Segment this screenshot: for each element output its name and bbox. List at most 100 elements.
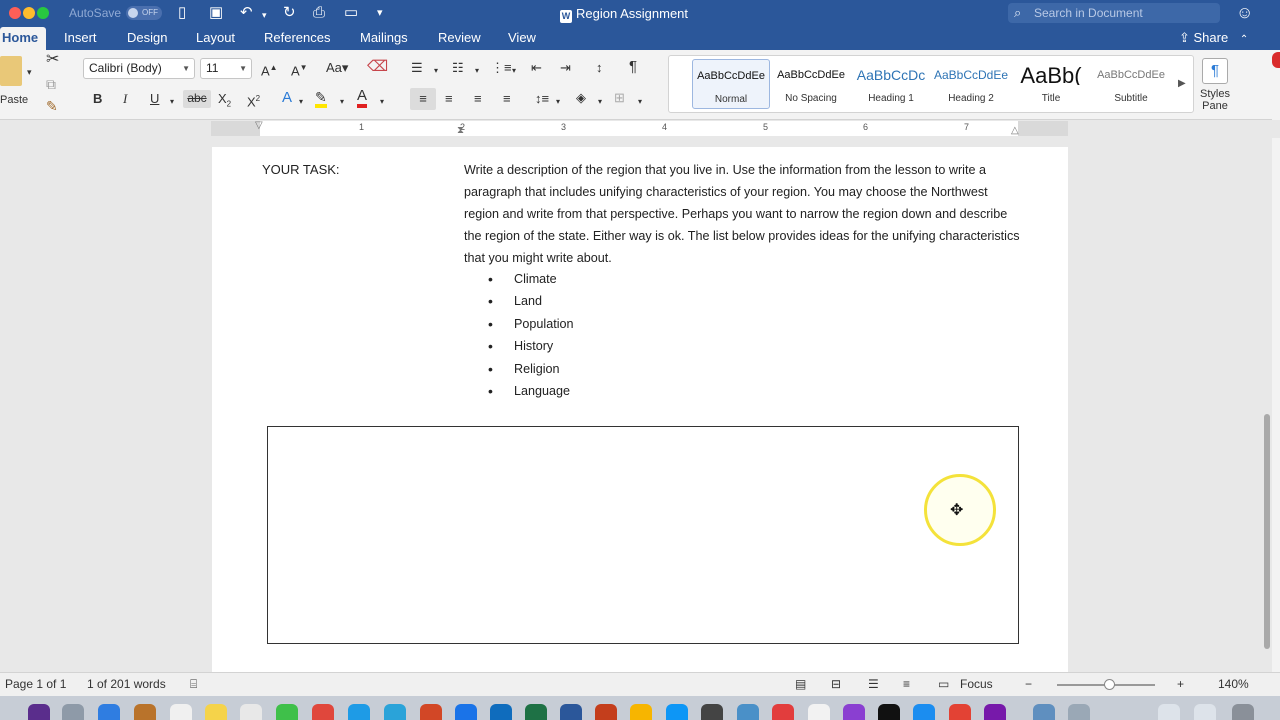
tab-mailings[interactable]: Mailings [360,30,408,45]
trash-icon[interactable] [1232,704,1254,720]
hanging-indent-marker[interactable]: ⧗ [457,123,464,139]
font-color-icon[interactable]: A [357,88,368,108]
bullets-dropdown-icon[interactable]: ▾ [434,63,438,79]
paste-label[interactable]: Paste [0,92,28,108]
tab-view[interactable]: View [508,30,536,45]
keynote-icon[interactable] [630,704,652,720]
grow-font-icon[interactable]: A▲ [261,60,278,79]
finder-icon[interactable] [98,704,120,720]
borders-icon[interactable]: ⊞ [614,90,625,106]
reminders-icon[interactable] [240,704,262,720]
close-window-button[interactable] [9,7,21,19]
calendar-icon[interactable] [170,704,192,720]
word-count[interactable]: 1 of 201 words [87,673,166,695]
first-line-indent-marker[interactable]: ▽ [255,118,263,134]
style-normal[interactable]: AaBbCcDdEe Normal [692,59,770,109]
app-store-icon[interactable] [666,704,688,720]
show-formatting-marks-icon[interactable]: ¶ [629,59,637,75]
minimize-window-button[interactable] [23,7,35,19]
borders-dropdown-icon[interactable]: ▾ [638,94,642,110]
multilevel-list-icon[interactable]: ⋮≡ [491,60,512,76]
superscript-icon[interactable]: X2 [247,91,260,110]
safari-icon[interactable] [348,704,370,720]
focus-icon[interactable]: ▭ [938,673,949,695]
web-layout-icon[interactable]: ⊟ [831,673,841,695]
document-thumbnail-icon[interactable] [1194,704,1216,720]
answer-text-box[interactable] [267,426,1019,644]
styles-more-arrow-icon[interactable]: ▶ [1178,76,1186,92]
tab-references[interactable]: References [264,30,330,45]
clear-formatting-icon[interactable]: ⌫ [367,59,388,75]
notes-app-icon[interactable] [134,704,156,720]
new-document-icon[interactable]: ▭ [344,4,358,22]
collapse-ribbon-icon[interactable]: ⌃ [1240,34,1248,45]
horizontal-ruler[interactable]: 1 2 3 4 5 6 7 ▽ ⧗ △ [211,118,1068,139]
undo-icon[interactable]: ↶ [240,4,253,22]
sidebar-icon[interactable]: ▯ [178,4,186,22]
print-layout-icon[interactable]: ▤ [795,673,806,695]
tab-home[interactable]: Home [0,27,47,50]
shading-icon[interactable]: ◈ [576,90,586,106]
autosave-toggle[interactable]: OFF [126,6,162,20]
line-spacing-icon[interactable]: ↕≡ [535,91,549,107]
system-preferences-icon[interactable] [701,704,723,720]
bold-button[interactable]: B [93,91,102,107]
underline-button[interactable]: U [150,91,159,107]
italic-button[interactable]: I [123,91,127,107]
strikethrough-button[interactable]: abc [183,90,211,108]
font-size-select[interactable]: 11 ▼ [200,58,252,79]
paste-dropdown-icon[interactable]: ▾ [27,64,32,80]
launchpad-icon[interactable] [62,704,84,720]
photos-icon[interactable] [455,704,477,720]
onenote-icon[interactable] [420,704,442,720]
sort-icon[interactable]: ↕ [596,60,603,76]
font-name-select[interactable]: Calibri (Body) ▼ [83,58,195,79]
subscript-icon[interactable]: X2 [218,91,231,113]
downloads-icon[interactable] [1033,704,1055,720]
print-icon[interactable]: ⎙ [313,4,325,22]
quicktime-icon[interactable] [737,704,759,720]
bullets-icon[interactable]: ☰ [411,60,423,76]
vertical-scrollbar[interactable] [1264,138,1272,671]
chrome-icon[interactable] [312,704,334,720]
zoom-in-icon[interactable]: + [1177,673,1184,695]
numbering-icon[interactable]: ☷ [452,60,464,76]
onenote-alt-icon[interactable] [984,704,1006,720]
tab-insert[interactable]: Insert [64,30,97,45]
underline-dropdown-icon[interactable]: ▾ [170,94,174,110]
share-button[interactable]: ⇪ Share ⌃ [1179,30,1248,46]
font-color-dropdown-icon[interactable]: ▾ [380,94,384,110]
zoom-window-button[interactable] [37,7,49,19]
outlook-icon[interactable] [490,704,512,720]
text-effects-dropdown-icon[interactable]: ▾ [299,94,303,110]
document-page[interactable]: YOUR TASK: Write a description of the re… [212,147,1068,673]
style-no-spacing[interactable]: AaBbCcDdEe No Spacing [772,59,850,109]
paste-icon[interactable] [0,56,22,86]
proofing-icon[interactable]: ⌸ [190,673,197,695]
music-icon[interactable] [808,704,830,720]
decrease-indent-icon[interactable]: ⇤ [531,60,542,76]
multilevel-dropdown-icon[interactable]: ▾ [512,63,516,79]
powerpoint-icon[interactable] [595,704,617,720]
feedback-smiley-icon[interactable]: ☺ [1236,3,1253,23]
zoom-level[interactable]: 140% [1218,673,1249,695]
news-icon[interactable] [772,704,794,720]
style-title[interactable]: AaBb( Title [1012,59,1090,109]
numbering-dropdown-icon[interactable]: ▾ [475,63,479,79]
text-effects-icon[interactable]: A [282,90,292,106]
highlight-icon[interactable]: ✎ [315,90,327,108]
styles-pane-button[interactable]: ¶ Styles Pane [1198,58,1232,112]
siri-icon[interactable] [28,704,50,720]
outline-view-icon[interactable]: ☰ [868,673,879,695]
tab-review[interactable]: Review [438,30,481,45]
cut-icon[interactable]: ✂ [46,52,59,68]
excel-icon[interactable] [525,704,547,720]
highlight-dropdown-icon[interactable]: ▾ [340,94,344,110]
chrome-alt-icon[interactable] [949,704,971,720]
tab-layout[interactable]: Layout [196,30,235,45]
format-painter-icon[interactable]: ✎ [46,98,58,114]
page-count[interactable]: Page 1 of 1 [5,673,66,695]
redo-icon[interactable]: ↻ [283,4,296,22]
zoom-out-icon[interactable]: − [1025,673,1032,695]
right-indent-marker[interactable]: △ [1011,123,1019,139]
